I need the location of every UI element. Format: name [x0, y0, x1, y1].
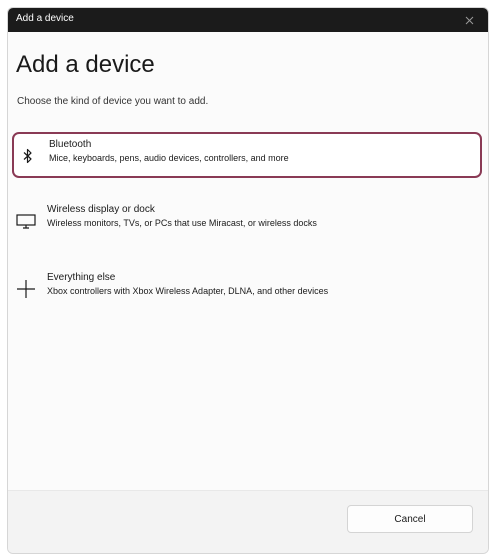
- option-everything-else[interactable]: Everything else Xbox controllers with Xb…: [12, 267, 482, 313]
- option-bluetooth[interactable]: Bluetooth Mice, keyboards, pens, audio d…: [12, 132, 482, 178]
- cancel-button[interactable]: Cancel: [347, 505, 473, 533]
- option-description: Mice, keyboards, pens, audio devices, co…: [49, 153, 289, 163]
- plus-icon: [15, 278, 37, 300]
- dialog-footer: Cancel: [8, 490, 488, 553]
- option-description: Xbox controllers with Xbox Wireless Adap…: [47, 286, 329, 296]
- page-title: Add a device: [16, 51, 155, 78]
- option-title: Bluetooth: [49, 139, 92, 150]
- window-title: Add a device: [16, 13, 74, 24]
- option-description: Wireless monitors, TVs, or PCs that use …: [47, 218, 317, 228]
- close-button[interactable]: [454, 8, 484, 32]
- close-icon: [465, 16, 473, 24]
- add-device-dialog: Add a device Add a device Choose the kin…: [7, 7, 489, 554]
- bluetooth-icon: [17, 145, 39, 167]
- option-wireless-display[interactable]: Wireless display or dock Wireless monito…: [12, 199, 482, 245]
- page-subtitle: Choose the kind of device you want to ad…: [17, 96, 209, 107]
- monitor-icon: [15, 210, 37, 232]
- title-bar: Add a device: [8, 8, 488, 32]
- option-title: Wireless display or dock: [47, 204, 155, 215]
- option-title: Everything else: [47, 272, 116, 283]
